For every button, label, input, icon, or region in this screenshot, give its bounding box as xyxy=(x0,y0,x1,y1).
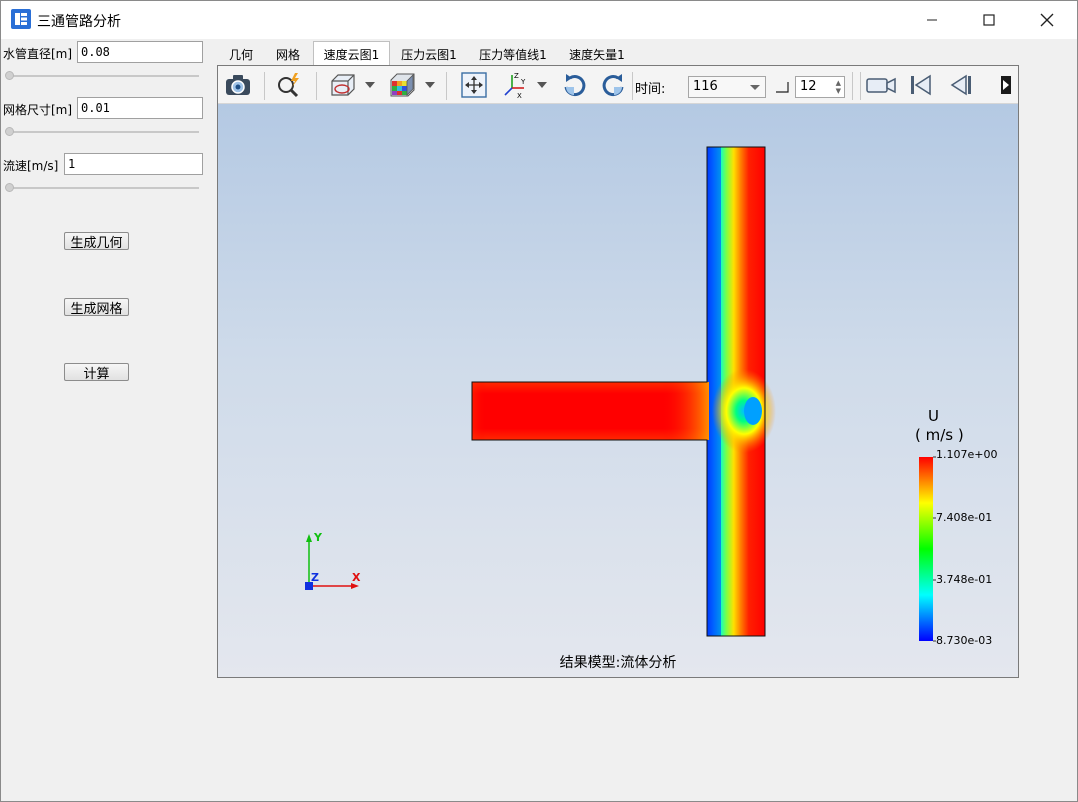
prev-frame-button[interactable] xyxy=(946,70,976,100)
app-icon xyxy=(11,9,31,29)
legend-colorbar xyxy=(919,457,933,641)
legend-title: U xyxy=(928,407,939,425)
tab-geometry[interactable]: 几何 xyxy=(221,43,261,65)
record-video-button[interactable] xyxy=(864,70,898,100)
generate-mesh-button[interactable]: 生成网格 xyxy=(64,298,129,317)
step-checkbox-icon[interactable] xyxy=(775,80,789,94)
generate-geometry-button[interactable]: 生成几何 xyxy=(64,232,129,251)
pipe-diameter-input[interactable]: 0.08 xyxy=(77,41,203,63)
time-value: 116 xyxy=(693,79,718,94)
compute-button[interactable]: 计算 xyxy=(64,363,129,382)
legend-ticks xyxy=(933,456,936,642)
tab-mesh[interactable]: 网格 xyxy=(267,43,309,65)
legend-tick-max: 1.107e+00 xyxy=(936,448,998,461)
title-bar: 三通管路分析 xyxy=(1,1,1077,39)
window-title: 三通管路分析 xyxy=(37,14,121,30)
play-button[interactable] xyxy=(996,70,1016,100)
toolbar-separator xyxy=(860,72,861,100)
app-window: 三通管路分析 水管直径[m] 0.08 网格尺寸[m] 0.01 流速[m/s]… xyxy=(0,0,1078,802)
close-button[interactable] xyxy=(1024,1,1070,39)
tee-pipe-geometry xyxy=(471,146,776,637)
pipe-diameter-slider[interactable] xyxy=(3,71,199,81)
camera-icon xyxy=(226,75,250,95)
tab-velocity-contour[interactable]: 速度云图1 xyxy=(313,41,390,66)
legend-tick-min: 8.730e-03 xyxy=(936,634,993,647)
legend-unit: ( m/s ) xyxy=(915,426,964,444)
toolbar-separator xyxy=(852,72,853,100)
mesh-size-input[interactable]: 0.01 xyxy=(77,97,203,119)
tab-pressure-isoline[interactable]: 压力等值线1 xyxy=(473,43,553,65)
frame-step-spinbox[interactable]: 12 ▲ ▼ xyxy=(795,76,845,98)
viewport-caption: 结果模型:流体分析 xyxy=(559,655,677,671)
svg-text:Z: Z xyxy=(514,72,519,80)
spin-up-icon[interactable]: ▲ xyxy=(836,80,841,87)
rotate-cw-icon xyxy=(564,74,586,97)
screenshot-button[interactable] xyxy=(223,70,253,100)
color-cube-dropdown[interactable] xyxy=(425,82,435,88)
slider-thumb[interactable] xyxy=(5,127,14,136)
slider-thumb[interactable] xyxy=(5,71,14,80)
play-icon xyxy=(1001,76,1011,94)
maximize-icon xyxy=(983,14,995,26)
result-panel: Z Y X 时间: 116 12 ▲ ▼ Y X Z U (m/s) 1.1… xyxy=(217,65,1019,678)
view-box-button[interactable] xyxy=(328,70,358,100)
slider-thumb[interactable] xyxy=(5,183,14,192)
y-axis-label: Y xyxy=(313,531,323,544)
color-cube-button[interactable] xyxy=(387,70,417,100)
axes-icon: Z Y X xyxy=(504,72,526,100)
color-cube-icon xyxy=(390,73,415,97)
velocity-contour-plot: Y X Z xyxy=(305,146,936,642)
x-axis-label: X xyxy=(352,571,361,584)
toolbar-separator xyxy=(264,72,265,100)
rotate-cw-button[interactable] xyxy=(559,70,589,100)
render-viewport[interactable]: Y X Z U ( m/s ) 1.107e+00 7.408e-01 3.74… xyxy=(218,104,1018,677)
record-video-icon xyxy=(866,77,896,94)
svg-text:Y: Y xyxy=(520,78,526,86)
pipe-diameter-label: 水管直径[m] xyxy=(3,47,73,61)
frame-step-value: 12 xyxy=(800,79,817,94)
axis-triad: Y X Z xyxy=(305,531,361,590)
view-box-dropdown[interactable] xyxy=(365,82,375,88)
close-icon xyxy=(1040,13,1054,27)
toolbar-separator xyxy=(632,72,633,100)
spin-down-icon[interactable]: ▼ xyxy=(836,88,841,95)
first-frame-icon xyxy=(911,74,931,96)
flow-speed-slider[interactable] xyxy=(3,183,199,193)
mesh-size-slider[interactable] xyxy=(3,127,199,137)
maximize-button[interactable] xyxy=(966,1,1012,39)
toolbar-separator xyxy=(446,72,447,100)
fit-view-icon xyxy=(461,72,487,98)
chevron-down-icon xyxy=(750,85,760,90)
axes-dropdown[interactable] xyxy=(537,82,547,88)
flow-speed-label: 流速[m/s] xyxy=(3,159,59,173)
flow-speed-input[interactable]: 1 xyxy=(64,153,203,175)
zoom-button[interactable] xyxy=(274,70,304,100)
first-frame-button[interactable] xyxy=(906,70,936,100)
tab-pressure-contour[interactable]: 压力云图1 xyxy=(395,43,463,65)
rotate-ccw-button[interactable] xyxy=(599,70,629,100)
fit-view-button[interactable] xyxy=(459,70,489,100)
time-select[interactable]: 116 xyxy=(688,76,766,98)
view-toolbar: Z Y X 时间: 116 12 ▲ ▼ xyxy=(218,66,1018,104)
zoom-lightning-icon xyxy=(278,73,299,98)
rotate-ccw-icon xyxy=(602,74,624,97)
prev-frame-icon xyxy=(950,74,971,96)
axes-button[interactable]: Z Y X xyxy=(500,70,530,100)
legend-tick-high: 7.408e-01 xyxy=(936,511,993,524)
time-label: 时间: xyxy=(635,82,666,97)
minimize-icon xyxy=(927,19,937,21)
mesh-size-label: 网格尺寸[m] xyxy=(3,103,73,117)
z-axis-label: Z xyxy=(311,571,319,584)
legend-tick-low: 3.748e-01 xyxy=(936,573,993,586)
tab-velocity-vector[interactable]: 速度矢量1 xyxy=(561,43,633,65)
view-box-icon xyxy=(331,74,355,96)
toolbar-separator xyxy=(316,72,317,100)
svg-text:X: X xyxy=(517,92,522,100)
minimize-button[interactable] xyxy=(909,1,955,39)
